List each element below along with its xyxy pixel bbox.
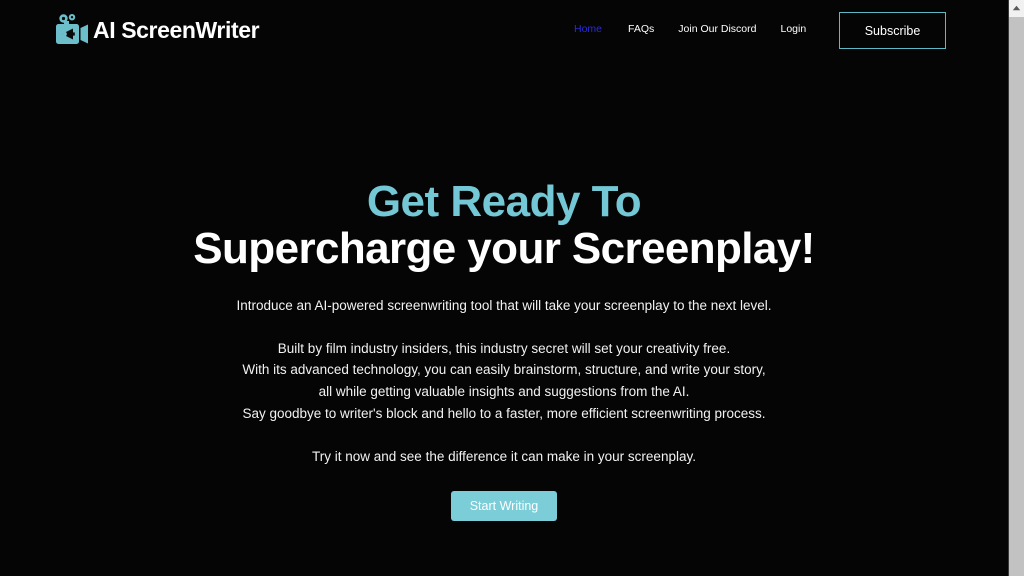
main-nav: Home FAQs Join Our Discord Login xyxy=(574,23,806,36)
nav-item-join-our-discord[interactable]: Join Our Discord xyxy=(678,23,756,36)
start-writing-button[interactable]: Start Writing xyxy=(451,490,557,521)
brand-logo[interactable]: AI ScreenWriter xyxy=(54,10,260,50)
site-header: AI ScreenWriter Home FAQs Join Our Disco… xyxy=(0,0,1008,60)
browser-page: AI ScreenWriter Home FAQs Join Our Disco… xyxy=(0,0,1024,576)
hero-title-line-1: Get Ready To xyxy=(366,177,642,226)
nav-item-faqs[interactable]: FAQs xyxy=(628,23,654,36)
brand-name: AI ScreenWriter xyxy=(93,16,260,43)
page-viewport: AI ScreenWriter Home FAQs Join Our Disco… xyxy=(0,0,1008,576)
hero-body-line: With its advanced technology, you can ea… xyxy=(242,362,766,378)
movie-camera-pen-icon xyxy=(54,13,90,47)
hero-body-line: Built by film industry insiders, this in… xyxy=(277,340,731,356)
page-title: Get Ready To Supercharge your Screenplay… xyxy=(0,178,1008,272)
scrollbar-thumb[interactable] xyxy=(1009,17,1024,576)
hero-section: Get Ready To Supercharge your Screenplay… xyxy=(0,60,1008,521)
subscribe-button[interactable]: Subscribe xyxy=(839,12,946,49)
hero-body-line: Say goodbye to writer's block and hello … xyxy=(242,406,766,422)
vertical-scrollbar[interactable] xyxy=(1008,0,1024,576)
hero-title-line-2: Supercharge your Screenplay! xyxy=(193,223,815,273)
hero-lede-text: Introduce an AI-powered screenwriting to… xyxy=(236,298,772,314)
cta-container: Start Writing xyxy=(0,490,1008,521)
hero-body-line: all while getting valuable insights and … xyxy=(318,384,690,400)
hero-closing-text: Try it now and see the difference it can… xyxy=(312,449,696,465)
nav-item-login[interactable]: Login xyxy=(780,23,806,36)
scroll-up-arrow-icon[interactable] xyxy=(1009,0,1024,16)
nav-item-home[interactable]: Home xyxy=(574,23,602,36)
hero-body-text: Built by film industry insiders, this in… xyxy=(0,338,1008,425)
